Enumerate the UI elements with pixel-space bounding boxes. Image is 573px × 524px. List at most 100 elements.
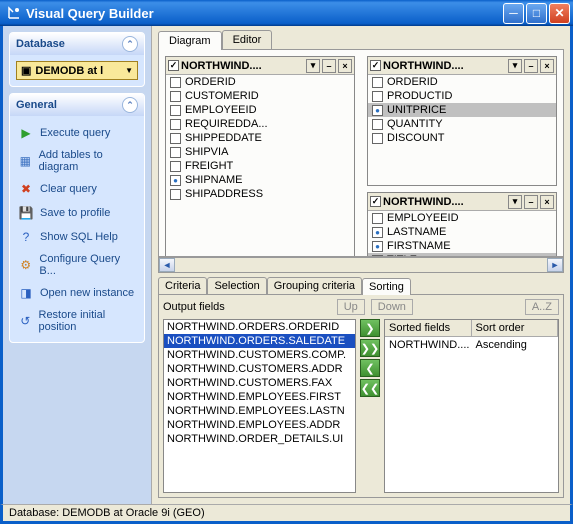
field-checkbox[interactable] <box>372 77 383 88</box>
field-row[interactable]: DISCOUNT <box>368 131 556 145</box>
sidebar-action[interactable]: 💾Save to profile <box>16 202 138 224</box>
field-checkbox[interactable]: ● <box>372 105 383 116</box>
table-dropdown-button[interactable]: ▾ <box>508 195 522 209</box>
output-fields-list[interactable]: NORTHWIND.ORDERS.ORDERIDNORTHWIND.ORDERS… <box>163 319 356 493</box>
maximize-button[interactable]: □ <box>526 3 547 24</box>
database-selector[interactable]: ▣ DEMODB at l ▼ <box>16 61 138 80</box>
move-left-button[interactable]: ❮ <box>360 359 380 377</box>
field-checkbox[interactable] <box>170 147 181 158</box>
minimize-button[interactable]: ─ <box>503 3 524 24</box>
field-checkbox[interactable] <box>372 255 383 258</box>
tab-diagram[interactable]: Diagram <box>158 31 222 50</box>
table-dropdown-button[interactable]: ▾ <box>508 59 522 73</box>
output-field-row[interactable]: NORTHWIND.EMPLOYEES.FIRST <box>164 390 355 404</box>
field-checkbox[interactable] <box>170 77 181 88</box>
down-button[interactable]: Down <box>371 299 413 315</box>
table-checkbox[interactable]: ✓ <box>370 196 381 207</box>
field-row[interactable]: EMPLOYEEID <box>166 103 354 117</box>
table-header[interactable]: ✓ NORTHWIND.... ▾ – × <box>166 57 354 75</box>
sort-az-button[interactable]: A..Z <box>525 299 559 315</box>
field-row[interactable]: CUSTOMERID <box>166 89 354 103</box>
output-field-row[interactable]: NORTHWIND.ORDERS.ORDERID <box>164 320 355 334</box>
field-checkbox[interactable]: ● <box>170 175 181 186</box>
move-right-button[interactable]: ❯ <box>360 319 380 337</box>
field-checkbox[interactable] <box>372 133 383 144</box>
table-minimize-button[interactable]: – <box>524 195 538 209</box>
field-row[interactable]: REQUIREDDA... <box>166 117 354 131</box>
scroll-left-button[interactable]: ◄ <box>159 258 175 272</box>
field-row[interactable]: ORDERID <box>166 75 354 89</box>
table-body[interactable]: ORDERIDCUSTOMERIDEMPLOYEEIDREQUIREDDA...… <box>166 75 354 257</box>
sidebar-action[interactable]: ◨Open new instance <box>16 282 138 304</box>
field-checkbox[interactable] <box>170 119 181 130</box>
up-button[interactable]: Up <box>337 299 365 315</box>
field-checkbox[interactable]: ● <box>372 227 383 238</box>
field-checkbox[interactable] <box>170 189 181 200</box>
field-checkbox[interactable] <box>372 119 383 130</box>
output-field-row[interactable]: NORTHWIND.EMPLOYEES.ADDR <box>164 418 355 432</box>
table-body[interactable]: ORDERIDPRODUCTID●UNITPRICEQUANTITYDISCOU… <box>368 75 556 185</box>
sidebar-action[interactable]: ?Show SQL Help <box>16 226 138 248</box>
tab-editor[interactable]: Editor <box>222 30 273 49</box>
tab-selection[interactable]: Selection <box>207 277 266 294</box>
field-checkbox[interactable] <box>170 105 181 116</box>
field-row[interactable]: ●FIRSTNAME <box>368 239 556 253</box>
field-checkbox[interactable]: ● <box>372 241 383 252</box>
move-all-left-button[interactable]: ❮❮ <box>360 379 380 397</box>
field-checkbox[interactable] <box>372 91 383 102</box>
output-field-row[interactable]: NORTHWIND.CUSTOMERS.FAX <box>164 376 355 390</box>
general-panel-header[interactable]: General ⌃ <box>10 94 144 116</box>
field-row[interactable]: SHIPVIA <box>166 145 354 159</box>
sidebar-action[interactable]: ↺Restore initial position <box>16 306 138 336</box>
scroll-right-button[interactable]: ► <box>547 258 563 272</box>
tab-sorting[interactable]: Sorting <box>362 278 411 295</box>
field-row[interactable]: ●UNITPRICE <box>368 103 556 117</box>
table-dropdown-button[interactable]: ▾ <box>306 59 320 73</box>
field-row[interactable]: EMPLOYEEID <box>368 211 556 225</box>
table-window[interactable]: ✓ NORTHWIND.... ▾ – × ORDERIDPRODUCTID●U… <box>367 56 557 186</box>
output-field-row[interactable]: NORTHWIND.CUSTOMERS.ADDR <box>164 362 355 376</box>
field-row[interactable]: SHIPADDRESS <box>166 187 354 201</box>
field-checkbox[interactable] <box>372 213 383 224</box>
table-minimize-button[interactable]: – <box>322 59 336 73</box>
output-field-row[interactable]: NORTHWIND.ORDERS.SALEDATE <box>164 334 355 348</box>
field-row[interactable]: ●LASTNAME <box>368 225 556 239</box>
field-row[interactable]: TITLE <box>368 253 556 257</box>
sort-row[interactable]: NORTHWIND....Ascending <box>385 337 558 353</box>
table-checkbox[interactable]: ✓ <box>168 60 179 71</box>
table-close-button[interactable]: × <box>540 59 554 73</box>
sorted-fields-table[interactable]: Sorted fields Sort order NORTHWIND....As… <box>384 319 559 493</box>
database-panel-header[interactable]: Database ⌃ <box>10 33 144 55</box>
field-row[interactable]: FREIGHT <box>166 159 354 173</box>
field-row[interactable]: ORDERID <box>368 75 556 89</box>
field-row[interactable]: ●SHIPNAME <box>166 173 354 187</box>
table-header[interactable]: ✓ NORTHWIND.... ▾ – × <box>368 57 556 75</box>
diagram-area[interactable]: ✓ NORTHWIND.... ▾ – × ORDERIDPRODUCTID●U… <box>158 49 564 257</box>
sidebar-action[interactable]: ✖Clear query <box>16 178 138 200</box>
table-window[interactable]: ✓ NORTHWIND.... ▾ – × ORDERIDCUSTOMERIDE… <box>165 56 355 257</box>
field-checkbox[interactable] <box>170 161 181 172</box>
output-field-row[interactable]: NORTHWIND.EMPLOYEES.LASTN <box>164 404 355 418</box>
field-row[interactable]: QUANTITY <box>368 117 556 131</box>
table-window[interactable]: ✓ NORTHWIND.... ▾ – × EMPLOYEEID●LASTNAM… <box>367 192 557 257</box>
output-field-row[interactable]: NORTHWIND.CUSTOMERS.COMP. <box>164 348 355 362</box>
sidebar-action[interactable]: ⚙Configure Query B... <box>16 250 138 280</box>
table-checkbox[interactable]: ✓ <box>370 60 381 71</box>
field-checkbox[interactable] <box>170 91 181 102</box>
tab-grouping[interactable]: Grouping criteria <box>267 277 362 294</box>
sidebar-action[interactable]: ▶Execute query <box>16 122 138 144</box>
output-field-row[interactable]: NORTHWIND.ORDER_DETAILS.UI <box>164 432 355 446</box>
table-close-button[interactable]: × <box>540 195 554 209</box>
horizontal-scrollbar[interactable]: ◄ ► <box>158 257 564 273</box>
table-close-button[interactable]: × <box>338 59 352 73</box>
field-row[interactable]: PRODUCTID <box>368 89 556 103</box>
table-minimize-button[interactable]: – <box>524 59 538 73</box>
tab-criteria[interactable]: Criteria <box>158 277 207 294</box>
sidebar-action[interactable]: ▦Add tables to diagram <box>16 146 138 176</box>
close-button[interactable]: ✕ <box>549 3 570 24</box>
table-body[interactable]: EMPLOYEEID●LASTNAME●FIRSTNAMETITLETITLEO… <box>368 211 556 257</box>
field-checkbox[interactable] <box>170 133 181 144</box>
field-row[interactable]: SHIPPEDDATE <box>166 131 354 145</box>
table-header[interactable]: ✓ NORTHWIND.... ▾ – × <box>368 193 556 211</box>
move-all-right-button[interactable]: ❯❯ <box>360 339 380 357</box>
